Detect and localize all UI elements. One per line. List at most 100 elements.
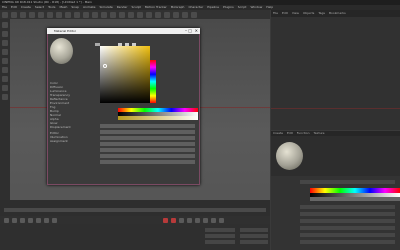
next-key-icon[interactable] [44,217,49,223]
record-active-objects-icon[interactable] [163,217,168,223]
move-icon[interactable] [29,11,35,18]
matmgr-menu-edit[interactable]: Edit [287,131,293,136]
go-to-end-icon[interactable] [52,217,57,223]
render-picture-viewer-icon[interactable] [110,11,116,18]
texture-mode-icon[interactable] [2,40,8,46]
coord-field[interactable] [205,240,235,244]
rotate-icon[interactable] [47,11,53,18]
z-axis-icon[interactable] [83,11,89,18]
hue-slider[interactable] [150,60,156,103]
polygons-mode-icon[interactable] [2,76,8,82]
timeline-ruler[interactable] [4,208,266,212]
lock-workplane-icon[interactable] [2,94,8,100]
render-settings-icon[interactable] [119,11,125,18]
material-preview[interactable] [50,38,73,64]
coord-field[interactable] [205,228,235,232]
parameter-key-icon[interactable] [211,217,216,223]
channel-fog[interactable]: Fog [50,106,72,109]
objmgr-menu-file[interactable]: File [273,10,278,17]
rotation-key-icon[interactable] [203,217,208,223]
coord-field[interactable] [240,234,268,238]
diffuse-falloff-slider[interactable] [100,154,195,158]
objmgr-menu-bookmarks[interactable]: Bookmarks [329,10,346,17]
go-to-start-icon[interactable] [4,217,9,223]
attr-field[interactable] [300,180,395,184]
objmgr-menu-edit[interactable]: Edit [282,10,288,17]
autokeying-icon[interactable] [171,217,176,223]
material-editor-titlebar[interactable]: Material Editor – □ ✕ [47,28,200,34]
redo-icon[interactable] [11,11,17,18]
snap-icon[interactable] [2,85,8,91]
keyframe-selection-icon[interactable] [179,217,184,223]
color-picker-cursor[interactable] [103,64,107,68]
world-coordinates-icon[interactable] [92,11,98,18]
mix-strength-slider[interactable] [100,142,195,146]
channel-reflectance[interactable]: Reflectance [50,98,72,101]
coord-field[interactable] [240,228,268,232]
next-frame-icon[interactable] [36,217,41,223]
objmgr-menu-view[interactable]: View [292,10,299,17]
live-selection-icon[interactable] [20,11,26,18]
attr-field[interactable] [300,226,395,230]
channel-glow[interactable]: Glow [50,122,72,125]
matmgr-menu-function[interactable]: Function [297,131,310,136]
edges-mode-icon[interactable] [2,67,8,73]
channel-bump[interactable]: Bump [50,110,72,113]
attr-field[interactable] [300,205,395,209]
matmgr-menu-create[interactable]: Create [273,131,283,136]
object-manager[interactable] [271,10,400,130]
channel-alpha[interactable]: Alpha [50,118,72,121]
channel-transparency[interactable]: Transparency [50,94,72,97]
play-icon[interactable] [28,217,33,223]
matmgr-menu-texture[interactable]: Texture [314,131,325,136]
channel-editor[interactable]: Editor [50,132,72,135]
objmgr-menu-objects[interactable]: Objects [303,10,314,17]
material-thumbnail[interactable] [276,142,303,170]
objmgr-menu-tags[interactable]: Tags [318,10,325,17]
maximize-icon[interactable]: □ [188,28,192,34]
y-axis-icon[interactable] [74,11,80,18]
channel-illumination[interactable]: Illumination [50,136,72,139]
attr-color-value-strip[interactable] [310,197,400,201]
attr-field[interactable] [300,212,395,216]
brightness-slider[interactable] [100,124,195,128]
make-editable-icon[interactable] [2,22,8,28]
pen-icon[interactable] [137,11,143,18]
scale-key-icon[interactable] [195,217,200,223]
recent-tools-icon[interactable] [56,11,62,18]
coord-field[interactable] [205,234,235,238]
light-icon[interactable] [191,11,197,18]
previous-key-icon[interactable] [12,217,17,223]
camera-icon[interactable] [182,11,188,18]
color-picker-field[interactable] [100,46,150,103]
attr-field[interactable] [300,233,395,237]
channel-normal[interactable]: Normal [50,114,72,117]
channel-assignment[interactable]: Assignment [50,140,72,143]
coord-field[interactable] [240,240,268,244]
subdivision-icon[interactable] [146,11,152,18]
position-key-icon[interactable] [187,217,192,223]
point-level-key-icon[interactable] [219,217,224,223]
previous-frame-icon[interactable] [20,217,25,223]
channel-color[interactable]: Color [50,82,72,85]
x-axis-icon[interactable] [65,11,71,18]
channel-displacement[interactable]: Displacement [50,126,72,129]
close-icon[interactable]: ✕ [195,28,198,34]
scale-icon[interactable] [38,11,44,18]
minimize-icon[interactable]: – [185,28,187,34]
points-mode-icon[interactable] [2,58,8,64]
array-icon[interactable] [155,11,161,18]
channel-diffusion[interactable]: Diffusion [50,86,72,89]
texture-field[interactable] [100,130,195,134]
attr-field[interactable] [300,219,395,223]
floor-icon[interactable] [173,11,179,18]
deformer-icon[interactable] [164,11,170,18]
mix-mode-field[interactable] [100,136,195,140]
channel-luminance[interactable]: Luminance [50,90,72,93]
model-field[interactable] [100,148,195,152]
attr-field[interactable] [300,240,395,244]
channel-environment[interactable]: Environment [50,102,72,105]
cube-icon[interactable] [128,11,134,18]
saturation-strip[interactable] [118,116,198,120]
model-mode-icon[interactable] [2,31,8,37]
